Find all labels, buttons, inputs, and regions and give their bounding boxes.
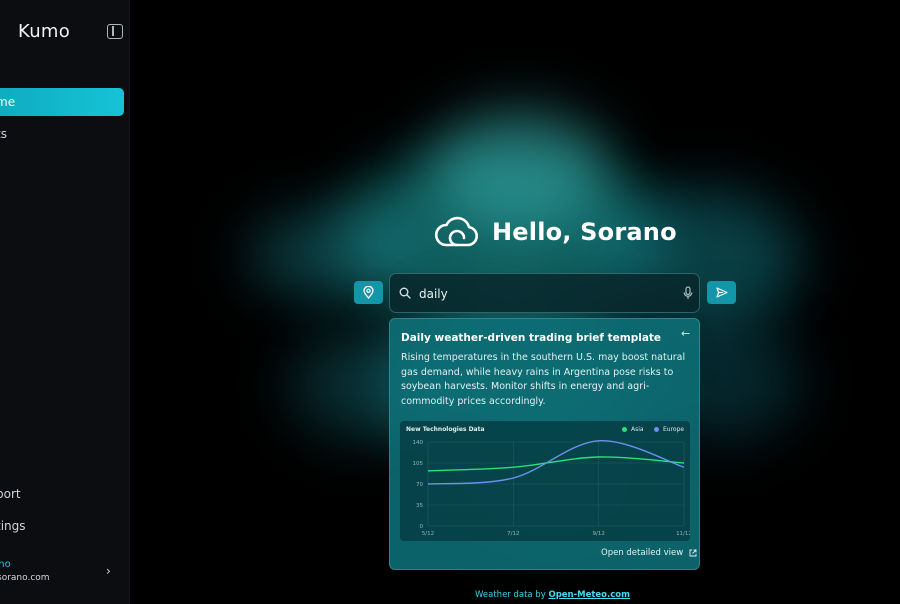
send-icon xyxy=(715,287,728,298)
sidebar: Kumo me ts port tings rano @sorano.com › xyxy=(0,0,130,604)
location-button[interactable] xyxy=(354,281,383,304)
sidebar-item-support[interactable]: port xyxy=(0,480,21,508)
x-tick-label: 5/12 xyxy=(422,531,434,537)
open-detailed-view-label: Open detailed view xyxy=(601,548,684,558)
location-pin-icon xyxy=(363,286,374,299)
search-value: daily xyxy=(419,287,448,301)
user-name[interactable]: rano xyxy=(0,559,11,570)
y-tick-label: 35 xyxy=(416,503,423,509)
series-line-europe xyxy=(427,440,685,485)
back-arrow-icon[interactable]: ← xyxy=(681,327,690,340)
sidebar-item-projects[interactable]: ts xyxy=(0,120,7,148)
series-line-asia xyxy=(427,456,685,472)
y-tick-label: 105 xyxy=(413,461,424,467)
external-link-icon xyxy=(689,549,697,557)
search-input[interactable]: daily xyxy=(389,273,700,313)
user-email: @sorano.com xyxy=(0,573,50,583)
x-tick-label: 9/12 xyxy=(592,531,604,537)
page-title: Hello, Sorano xyxy=(492,218,677,246)
sidebar-item-settings[interactable]: tings xyxy=(0,512,26,540)
sidebar-toggle-icon[interactable] xyxy=(107,24,123,39)
y-tick-label: 140 xyxy=(413,440,424,446)
app-window: Kumo me ts port tings rano @sorano.com ›… xyxy=(0,0,900,604)
microphone-icon[interactable] xyxy=(683,286,693,300)
x-tick-label: 11/12 xyxy=(676,531,690,537)
line-chart: 0 35 70 105 140 5/12 7/12 9/12 11/12 xyxy=(413,440,691,537)
weather-credit: Weather data by Open-Meteo.com xyxy=(475,590,630,600)
open-detailed-view-link[interactable]: Open detailed view xyxy=(601,548,697,558)
search-icon xyxy=(399,287,411,299)
suggestion-card[interactable]: Daily weather-driven trading brief templ… xyxy=(389,318,700,570)
chart-panel: New Technologies Data Asia Europe 0 35 70 1… xyxy=(400,421,690,541)
hero-greeting: Hello, Sorano xyxy=(434,214,677,250)
chevron-right-icon[interactable]: › xyxy=(106,564,111,578)
y-tick-label: 0 xyxy=(420,524,424,530)
suggestion-title: Daily weather-driven trading brief templ… xyxy=(401,332,662,344)
send-button[interactable] xyxy=(707,281,736,304)
brand-logo: Kumo xyxy=(18,21,71,42)
x-tick-label: 7/12 xyxy=(507,531,519,537)
y-tick-label: 70 xyxy=(416,482,423,488)
credit-prefix: Weather data by xyxy=(475,590,546,600)
suggestion-body: Rising temperatures in the southern U.S.… xyxy=(401,352,686,407)
cloud-icon xyxy=(434,216,478,247)
open-meteo-link[interactable]: Open-Meteo.com xyxy=(548,590,630,600)
sidebar-item-home[interactable]: me xyxy=(0,88,124,116)
